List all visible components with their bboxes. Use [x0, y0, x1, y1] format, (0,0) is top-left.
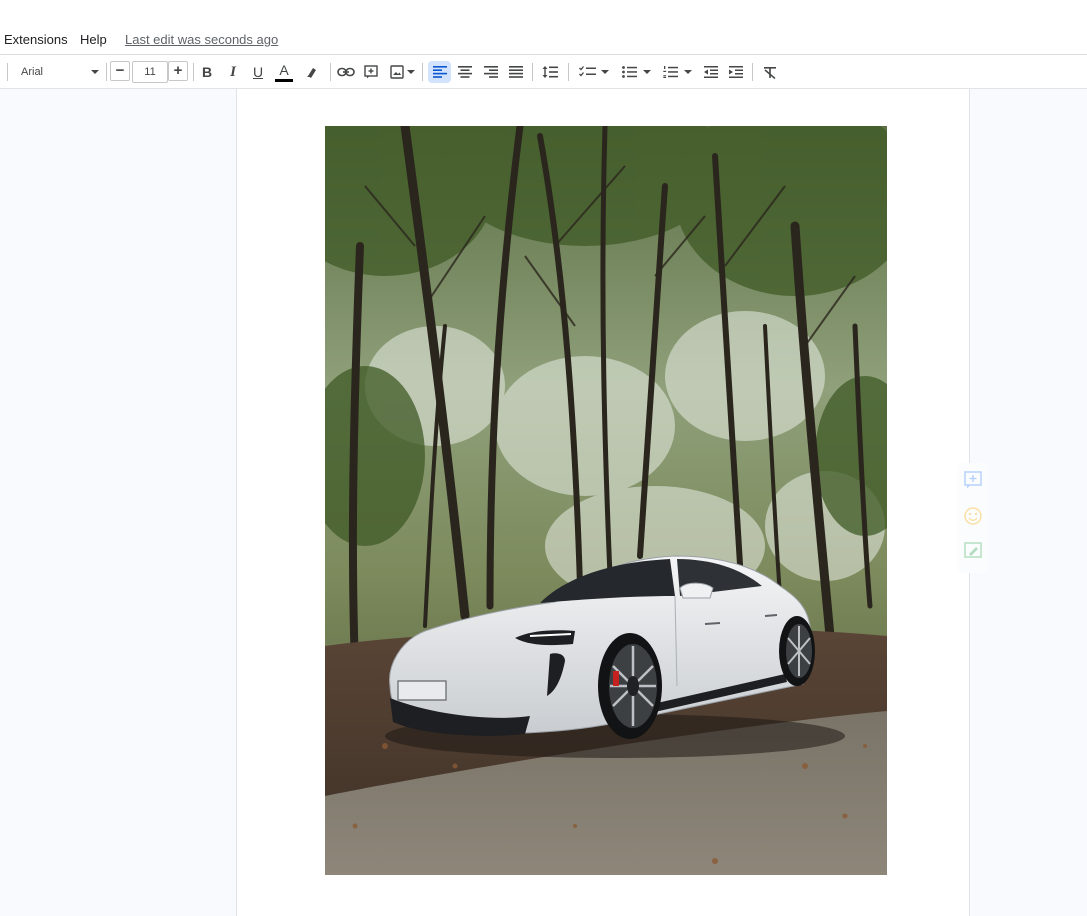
car-forest-photo [325, 126, 887, 875]
justify-button[interactable] [505, 61, 527, 83]
chevron-down-icon [601, 70, 609, 74]
side-actions [958, 463, 988, 573]
bold-button[interactable]: B [197, 61, 217, 83]
toolbar-divider [532, 63, 533, 81]
toolbar-divider [106, 63, 107, 81]
align-left-button[interactable] [428, 61, 451, 83]
inserted-image[interactable] [325, 126, 887, 875]
font-name: Arial [21, 66, 44, 78]
checklist-button[interactable] [576, 61, 612, 83]
document-page[interactable] [236, 89, 970, 916]
menu-extensions[interactable]: Extensions [4, 32, 68, 47]
align-right-button[interactable] [480, 61, 502, 83]
add-comment-icon [364, 65, 378, 79]
text-color-letter: A [279, 61, 289, 78]
align-left-icon [432, 66, 447, 78]
add-comment-side-button[interactable] [963, 470, 983, 490]
chevron-down-icon [642, 70, 651, 74]
last-edit-link[interactable]: Last edit was seconds ago [125, 32, 278, 47]
emoji-reaction-button[interactable] [963, 506, 983, 526]
clear-formatting-icon [764, 66, 776, 79]
toolbar-divider [193, 63, 194, 81]
numbered-list-button[interactable] [660, 61, 694, 83]
toolbar-divider [7, 63, 8, 81]
chevron-down-icon [91, 70, 99, 74]
chevron-down-icon [406, 70, 415, 74]
increase-indent-button[interactable] [725, 61, 747, 83]
decrease-indent-icon [704, 66, 718, 78]
clear-formatting-button[interactable] [759, 61, 781, 83]
align-center-icon [458, 66, 472, 78]
numbered-list-icon [662, 66, 678, 78]
suggest-edits-button[interactable] [963, 540, 983, 560]
insert-comment-button[interactable] [361, 61, 381, 83]
insert-link-button[interactable] [335, 61, 357, 83]
increase-font-size-button[interactable]: + [168, 61, 188, 81]
text-color-swatch [275, 78, 293, 82]
link-icon [337, 67, 355, 77]
decrease-font-size-button[interactable]: − [110, 61, 130, 81]
decrease-indent-button[interactable] [700, 61, 722, 83]
underline-button[interactable]: U [248, 61, 268, 83]
image-icon [389, 65, 404, 79]
insert-image-button[interactable] [387, 61, 417, 83]
toolbar-divider [568, 63, 569, 81]
emoji-reaction-icon [964, 507, 982, 525]
toolbar-divider [752, 63, 753, 81]
highlighter-icon [307, 68, 316, 78]
add-comment-icon [964, 471, 982, 489]
font-select[interactable]: Arial [14, 61, 106, 83]
text-color-button[interactable]: A [273, 61, 295, 83]
formatting-toolbar: Arial − 11 + B I U A [0, 54, 1087, 89]
bulleted-list-button[interactable] [619, 61, 653, 83]
align-right-icon [484, 66, 498, 78]
toolbar-divider [422, 63, 423, 81]
line-spacing-icon [542, 66, 558, 78]
align-justify-icon [509, 66, 523, 78]
chevron-down-icon [683, 70, 692, 74]
highlight-color-button[interactable] [302, 61, 322, 83]
font-size-input[interactable]: 11 [132, 61, 168, 83]
suggest-edits-icon [964, 542, 982, 558]
menu-bar: Extensions Help Last edit was seconds ag… [0, 0, 1087, 54]
checklist-icon [579, 66, 596, 77]
menu-help[interactable]: Help [80, 32, 107, 47]
line-spacing-button[interactable] [539, 61, 561, 83]
toolbar-divider [330, 63, 331, 81]
italic-button[interactable]: I [223, 61, 243, 83]
align-center-button[interactable] [454, 61, 476, 83]
bulleted-list-icon [621, 66, 637, 78]
increase-indent-icon [729, 66, 743, 78]
